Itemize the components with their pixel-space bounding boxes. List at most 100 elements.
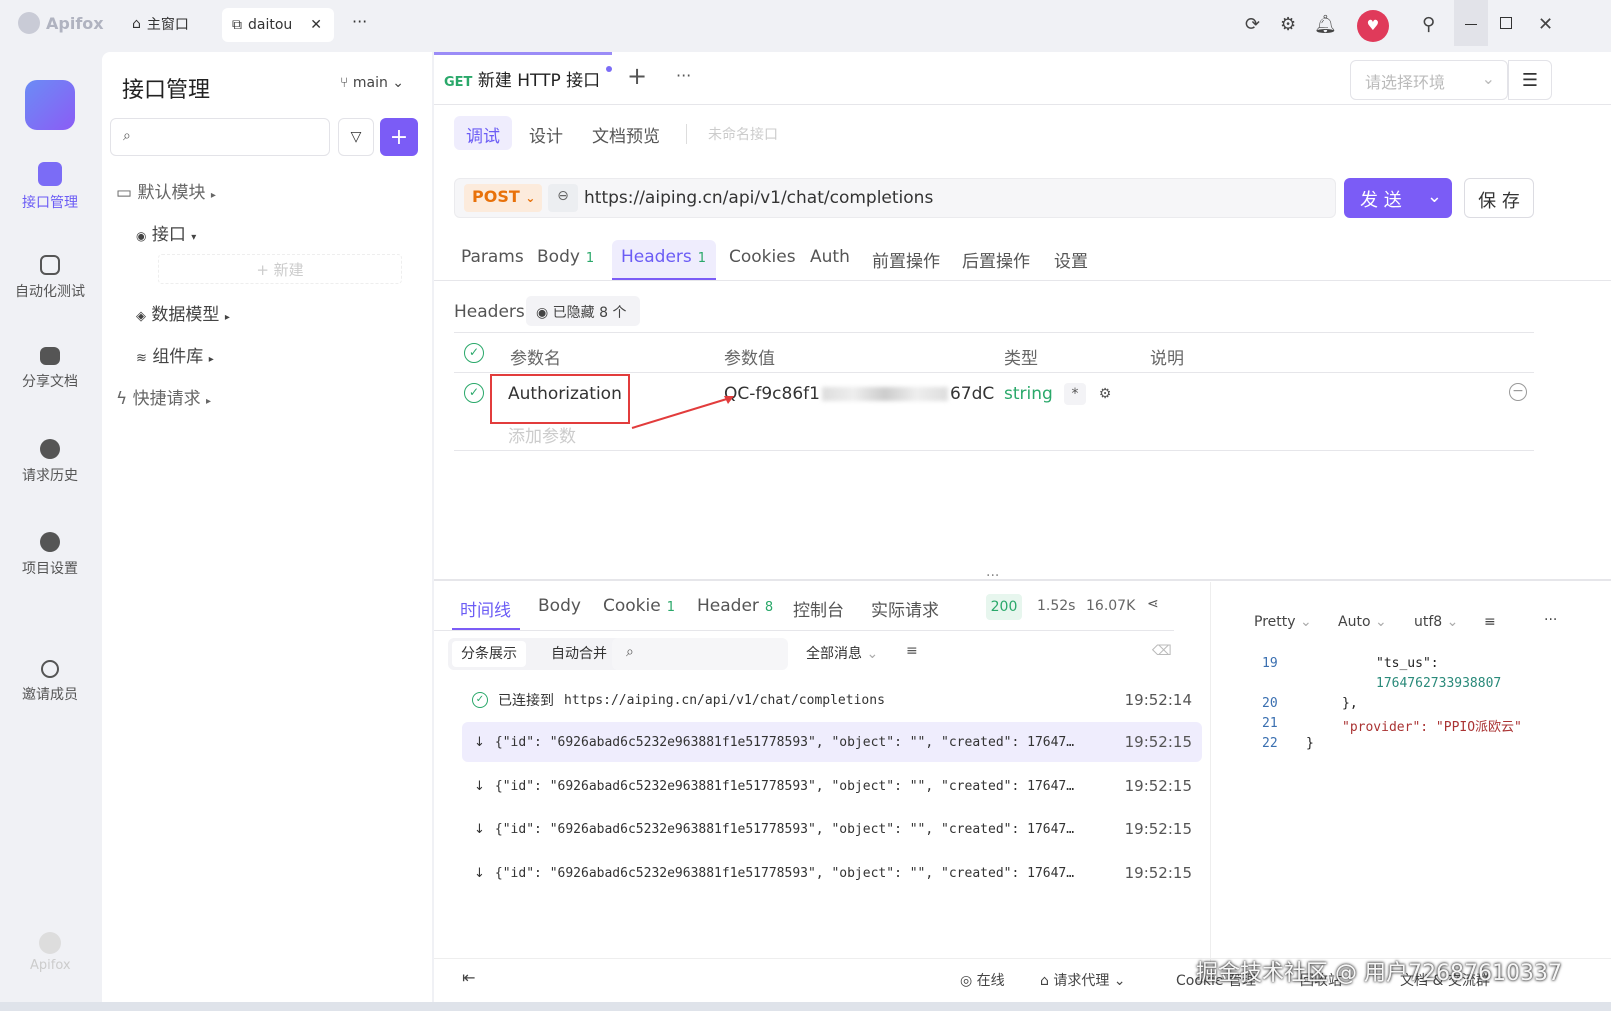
maximize-button[interactable] <box>1500 17 1512 29</box>
hamburger-icon: ☰ <box>1521 69 1539 91</box>
settings-icon[interactable]: ⚙ <box>1094 383 1116 405</box>
tab-response-header[interactable]: Header 8 <box>697 596 773 616</box>
timeline-item[interactable]: ✓ 已连接到 https://aiping.cn/api/v1/chat/com… <box>462 680 1202 720</box>
tab-actual-request[interactable]: 实际请求 <box>871 596 939 621</box>
split-view-button[interactable]: 分条展示 <box>452 641 526 667</box>
environment-select[interactable]: 请选择环境 ⌄ <box>1350 60 1508 100</box>
tab-settings[interactable]: 设置 <box>1054 247 1088 272</box>
json-line: "provider": "PPIO派欧云" <box>1342 720 1522 735</box>
resize-divider[interactable] <box>434 579 1611 581</box>
timeline-item[interactable]: ↓ {"id": "6926abad6c5232e963881f1e517785… <box>462 766 1202 806</box>
add-param-input[interactable]: 添加参数 <box>508 422 576 447</box>
divider <box>434 630 1174 631</box>
gear-icon[interactable]: ⚙ <box>1280 14 1296 35</box>
header-type-select[interactable]: string <box>1004 384 1053 404</box>
tab-debug[interactable]: 调试 <box>466 122 500 147</box>
url-input[interactable]: https://aiping.cn/api/v1/chat/completion… <box>584 188 933 208</box>
nav-automation[interactable]: 自动化测试 <box>0 255 100 301</box>
footer-logo: Apifox <box>30 932 71 973</box>
new-tab-button[interactable]: + <box>627 62 647 90</box>
tab-headers[interactable]: Headers 1 <box>621 247 706 267</box>
send-button[interactable]: 发 送 ⌄ <box>1344 178 1452 218</box>
pin-icon[interactable]: ⚲ <box>1422 14 1435 35</box>
tab-post-ops[interactable]: 后置操作 <box>962 247 1030 272</box>
tree-default-module[interactable]: ▭ 默认模块 ▸ <box>116 178 216 203</box>
header-value-input[interactable]: QC-f9c86f1 67dC <box>724 384 994 404</box>
close-icon[interactable]: ✕ <box>310 17 322 33</box>
close-window-button[interactable]: ✕ <box>1538 14 1553 35</box>
api-name-input[interactable]: 未命名接口 <box>708 124 778 144</box>
tab-response-cookie[interactable]: Cookie 1 <box>603 596 675 616</box>
avatar[interactable]: ♥ <box>1357 10 1389 42</box>
timeline-item[interactable]: ↓ {"id": "6926abad6c5232e963881f1e517785… <box>462 853 1202 893</box>
branch-selector[interactable]: ⑂ main ⌄ <box>340 75 404 91</box>
mode-select[interactable]: Auto ⌄ <box>1338 614 1387 630</box>
more-tabs-button[interactable]: ··· <box>352 12 367 31</box>
tree-data-model[interactable]: ◈ 数据模型 ▸ <box>136 300 230 325</box>
tab-body[interactable]: Body 1 <box>537 247 594 267</box>
tab-pre-ops[interactable]: 前置操作 <box>872 247 940 272</box>
clear-icon[interactable]: ⌫ <box>1152 643 1172 659</box>
filter-button[interactable]: ▽ <box>338 118 374 156</box>
blurred-token <box>821 387 948 401</box>
chevron-down-icon: ⌄ <box>1299 614 1312 630</box>
hidden-headers-toggle[interactable]: ◉ 已隐藏 8 个 <box>526 296 640 326</box>
timeline-item[interactable]: ↓ {"id": "6926abad6c5232e963881f1e517785… <box>462 809 1202 849</box>
panel-divider <box>1210 582 1211 962</box>
sidebar-search-input[interactable]: ⌕ <box>110 118 330 156</box>
encoding-select[interactable]: utf8 ⌄ <box>1414 614 1458 630</box>
request-tab[interactable]: GET 新建 HTTP 接口 <box>444 66 612 91</box>
bell-icon[interactable]: 🔔︎ <box>1314 14 1337 35</box>
menu-button[interactable]: ☰ <box>1508 60 1552 100</box>
tab-params[interactable]: Params <box>461 247 524 267</box>
tab-auth[interactable]: Auth <box>810 247 850 267</box>
divider <box>434 104 1611 105</box>
save-button[interactable]: 保 存 <box>1464 178 1534 218</box>
timeline-item[interactable]: ↓ {"id": "6926abad6c5232e963881f1e517785… <box>462 722 1202 762</box>
format-select[interactable]: Pretty ⌄ <box>1254 614 1312 630</box>
message-filter-select[interactable]: 全部消息 ⌄ <box>806 643 878 663</box>
timeline-search-input[interactable]: ⌕ <box>612 638 788 670</box>
nav-project-settings[interactable]: 项目设置 <box>0 532 100 578</box>
tab-console[interactable]: 控制台 <box>793 596 844 621</box>
drag-handle-icon[interactable]: ··· <box>986 568 999 584</box>
select-all-checkbox[interactable]: ✓ <box>464 343 484 363</box>
sort-icon[interactable]: ≡ <box>906 643 918 659</box>
remove-row-icon[interactable]: − <box>1509 383 1527 401</box>
collapse-sidebar-icon[interactable]: ⇤ <box>462 968 475 987</box>
project-icon[interactable] <box>25 80 75 130</box>
tab-main-window[interactable]: ⌂ 主窗口 <box>132 14 189 34</box>
eye-icon: ◉ <box>536 305 549 321</box>
tree-component-library[interactable]: ≋ 组件库 ▸ <box>136 342 214 367</box>
tab-doc-preview[interactable]: 文档预览 <box>592 122 660 147</box>
tab-design[interactable]: 设计 <box>529 122 563 147</box>
tree-api[interactable]: ◉ 接口 ▾ <box>136 220 196 245</box>
link-icon[interactable]: ⊖ <box>548 184 578 212</box>
tab-response-body[interactable]: Body <box>538 596 581 616</box>
minimize-button[interactable] <box>1454 0 1488 46</box>
more-icon[interactable]: ··· <box>1544 612 1557 628</box>
nav-history[interactable]: 请求历史 <box>0 439 100 485</box>
nav-invite-member[interactable]: 邀请成员 <box>0 660 100 704</box>
required-toggle[interactable]: * <box>1064 383 1086 405</box>
nav-api-management[interactable]: 接口管理 <box>0 162 100 212</box>
share-icon[interactable]: ⋖ <box>1147 596 1159 612</box>
wrap-icon[interactable]: ≡ <box>1484 614 1496 630</box>
merge-view-button[interactable]: 自动合并 <box>534 641 624 667</box>
tab-cookies[interactable]: Cookies <box>729 247 796 267</box>
request-proxy[interactable]: ⌂ 请求代理 ⌄ <box>1040 970 1126 990</box>
add-button[interactable]: + <box>380 118 418 156</box>
new-api-button[interactable]: + 新建 <box>158 254 402 284</box>
proxy-icon: ⌂ <box>1040 973 1049 989</box>
more-button[interactable]: ··· <box>676 66 691 85</box>
plus-icon: + <box>389 124 409 150</box>
refresh-icon[interactable]: ⟳ <box>1245 14 1260 35</box>
tab-daitou[interactable]: ⧉ daitou ✕ <box>222 8 334 42</box>
tree-quick-request[interactable]: ϟ 快捷请求 ▸ <box>116 384 211 409</box>
method-select[interactable]: POST ⌄ <box>464 184 542 212</box>
online-status[interactable]: ◎ 在线 <box>960 970 1005 990</box>
row-checkbox[interactable]: ✓ <box>464 383 484 403</box>
header-name-input[interactable]: Authorization <box>508 384 622 404</box>
tab-timeline[interactable]: 时间线 <box>460 596 511 621</box>
nav-share-docs[interactable]: 分享文档 <box>0 347 100 391</box>
